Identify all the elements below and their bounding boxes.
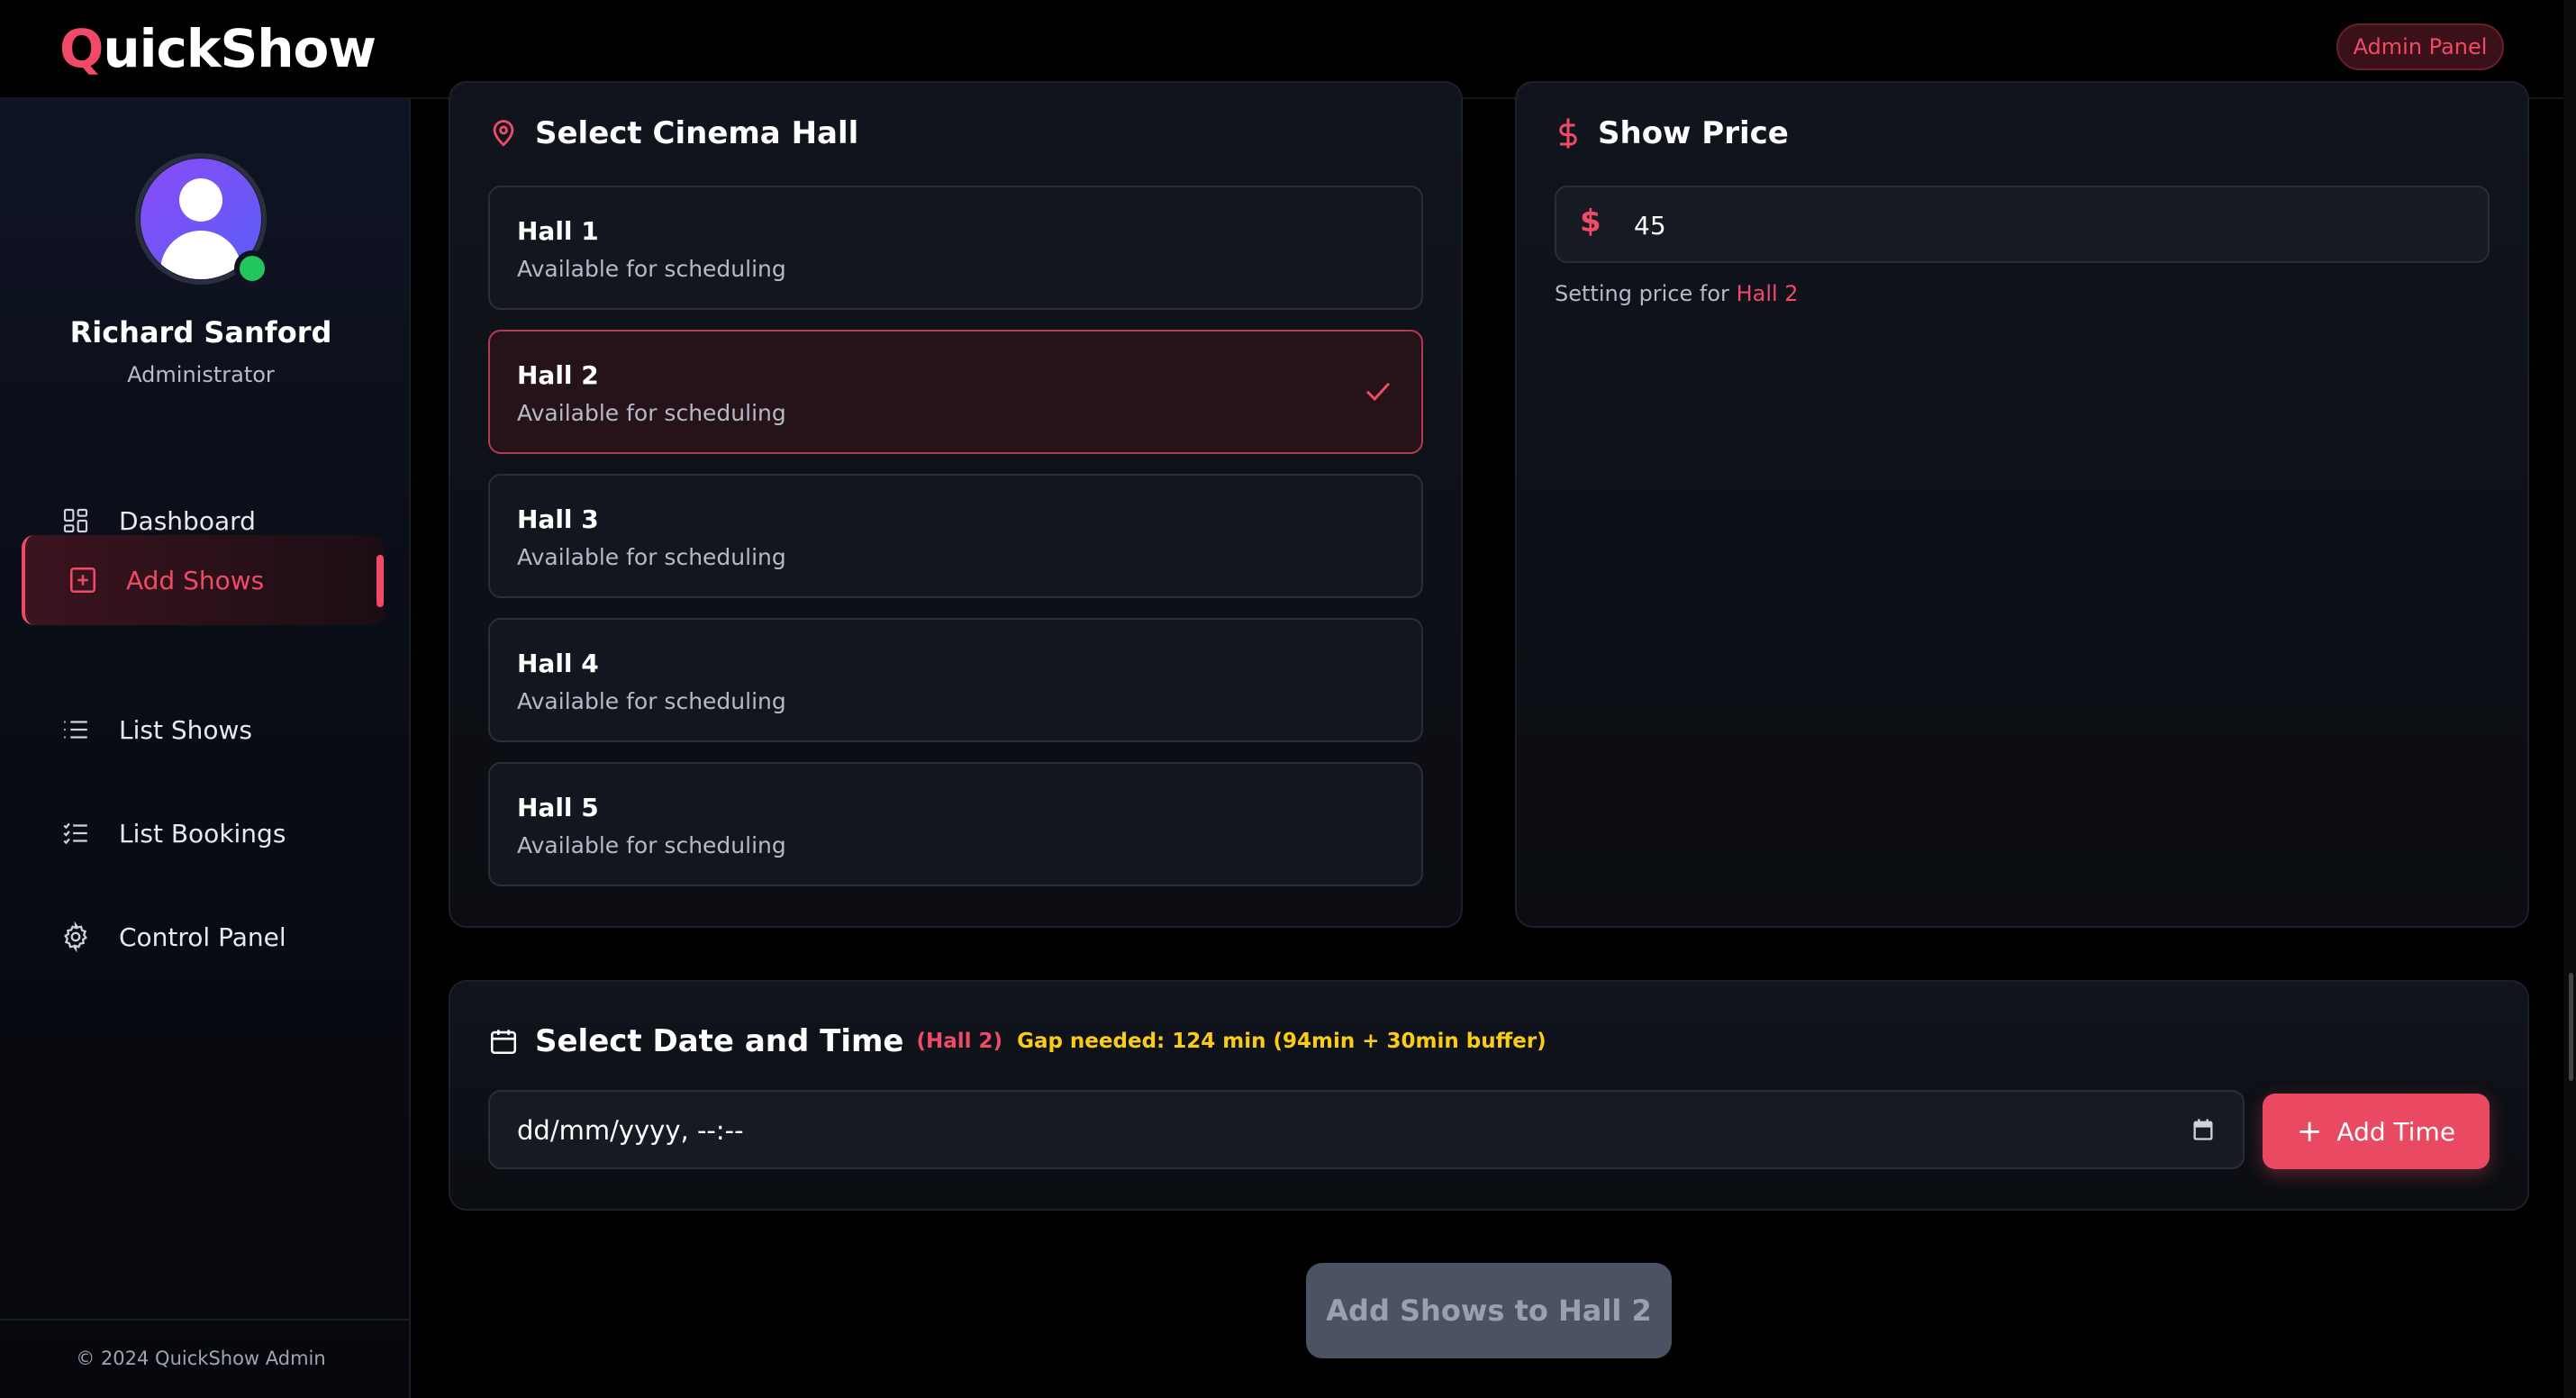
datetime-heading: Select Date and Time (Hall 2) Gap needed… [488,1023,1547,1059]
add-shows-submit-button[interactable]: Add Shows to Hall 2 [1306,1263,1672,1358]
sidebar-item-list-bookings[interactable]: List Bookings [22,788,384,878]
sidebar-item-label: Control Panel [119,921,286,952]
hall-card-5[interactable]: Hall 5 Available for scheduling [488,762,1423,886]
user-name: Richard Sanford [69,315,332,350]
sidebar-item-control-panel[interactable]: Control Panel [22,892,384,982]
sidebar: Richard Sanford Administrator Dashboard … [0,99,411,1398]
hall-status: Available for scheduling [517,544,786,570]
dashboard-icon [59,504,92,537]
panel-title: Show Price [1598,115,1789,151]
price-note: Setting price for Hall 2 [1555,281,1799,306]
datetime-hall-tag: (Hall 2) [916,1030,1003,1053]
hall-card-4[interactable]: Hall 4 Available for scheduling [488,618,1423,742]
price-note-hall: Hall 2 [1736,281,1799,306]
divider [0,1319,409,1321]
admin-panel-badge: Admin Panel [2336,23,2504,70]
plus-icon: + [2296,1113,2323,1149]
hall-name: Hall 5 [517,793,599,822]
datetime-placeholder: dd/mm/yyyy, --:-- [517,1115,744,1146]
user-role: Administrator [127,362,275,387]
gear-icon [59,921,92,953]
hall-status: Available for scheduling [517,688,786,714]
sidebar-item-list-shows[interactable]: List Shows [22,685,384,775]
add-time-button[interactable]: + Add Time [2263,1094,2490,1169]
online-status-indicator [234,250,270,286]
plus-square-icon [67,564,99,596]
hall-name: Hall 2 [517,360,599,390]
sidebar-item-label: Dashboard [119,505,256,536]
hall-card-3[interactable]: Hall 3 Available for scheduling [488,474,1423,598]
hall-card-1[interactable]: Hall 1 Available for scheduling [488,186,1423,310]
hall-status: Available for scheduling [517,256,786,282]
sidebar-item-add-shows[interactable]: Add Shows [22,535,384,625]
sidebar-item-label: List Shows [119,714,252,745]
gap-needed-text: Gap needed: 124 min (94min + 30min buffe… [1017,1030,1547,1053]
list-icon [59,713,92,746]
scrollbar-thumb[interactable] [2569,973,2573,1081]
copyright-text: © 2024 QuickShow Admin [76,1348,326,1369]
sidebar-item-label: Add Shows [126,565,265,595]
calendar-picker-icon[interactable] [2191,1117,2216,1146]
hall-name: Hall 1 [517,216,599,246]
datetime-input[interactable]: dd/mm/yyyy, --:-- [488,1090,2245,1169]
hall-name: Hall 3 [517,504,599,534]
app-logo[interactable]: QuickShow [59,18,376,79]
cinema-hall-heading: Select Cinema Hall [488,115,858,151]
price-value[interactable]: 45 [1634,211,1666,241]
panel-title: Select Cinema Hall [535,115,859,151]
calendar-icon [488,1026,519,1057]
hall-status: Available for scheduling [517,832,786,858]
panel-title: Select Date and Time [535,1023,904,1059]
hall-status: Available for scheduling [517,400,786,426]
hall-name: Hall 4 [517,649,599,678]
dollar-icon [1555,117,1582,150]
hall-card-2[interactable]: Hall 2 Available for scheduling [488,330,1423,454]
sidebar-item-label: List Bookings [119,818,286,849]
check-icon [1362,375,1394,411]
list-ordered-icon [59,817,92,849]
active-indicator [376,555,384,607]
map-pin-icon [488,118,519,149]
show-price-heading: Show Price [1555,115,1789,151]
scrollbar[interactable] [2563,0,2576,1398]
price-input[interactable]: $ 45 [1555,186,2490,263]
currency-symbol: $ [1580,204,1601,240]
